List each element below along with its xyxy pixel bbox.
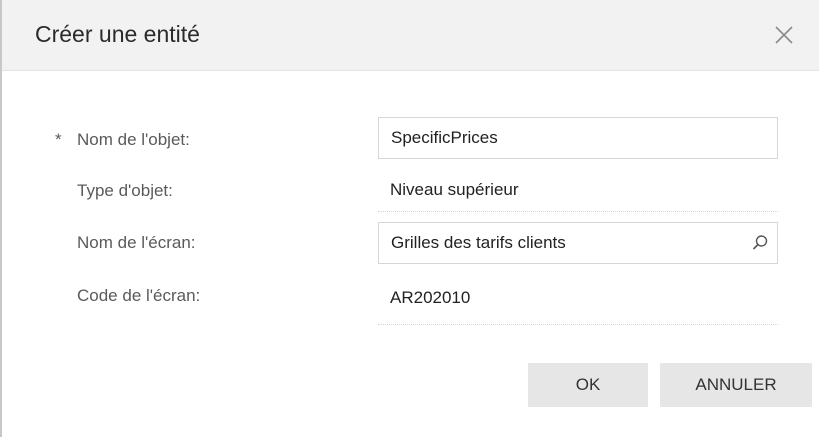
close-button[interactable] xyxy=(771,22,797,48)
object-type-value: Niveau supérieur xyxy=(390,180,519,199)
required-marker: * xyxy=(55,130,62,149)
cancel-button[interactable]: ANNULER xyxy=(660,363,812,407)
screen-name-selector[interactable]: Grilles des tarifs clients xyxy=(378,222,778,264)
object-type-label: Type d'objet: xyxy=(77,181,173,200)
screen-code-value: AR202010 xyxy=(390,288,471,307)
screen-code-label: Code de l'écran: xyxy=(77,286,201,305)
ok-button[interactable]: OK xyxy=(528,363,648,407)
close-icon xyxy=(775,26,793,44)
dialog-header: Créer une entité xyxy=(2,0,819,71)
create-entity-dialog: Créer une entité * Nom de l'objet: Type … xyxy=(0,0,819,437)
object-name-input[interactable] xyxy=(378,117,778,159)
dialog-title: Créer une entité xyxy=(35,21,200,47)
object-type-field: Niveau supérieur xyxy=(378,170,778,212)
screen-name-value: Grilles des tarifs clients xyxy=(391,233,566,252)
object-name-label: Nom de l'objet: xyxy=(77,130,190,149)
search-icon[interactable] xyxy=(751,234,769,252)
screen-code-field: AR202010 xyxy=(378,275,778,325)
screen-name-label: Nom de l'écran: xyxy=(77,233,196,252)
